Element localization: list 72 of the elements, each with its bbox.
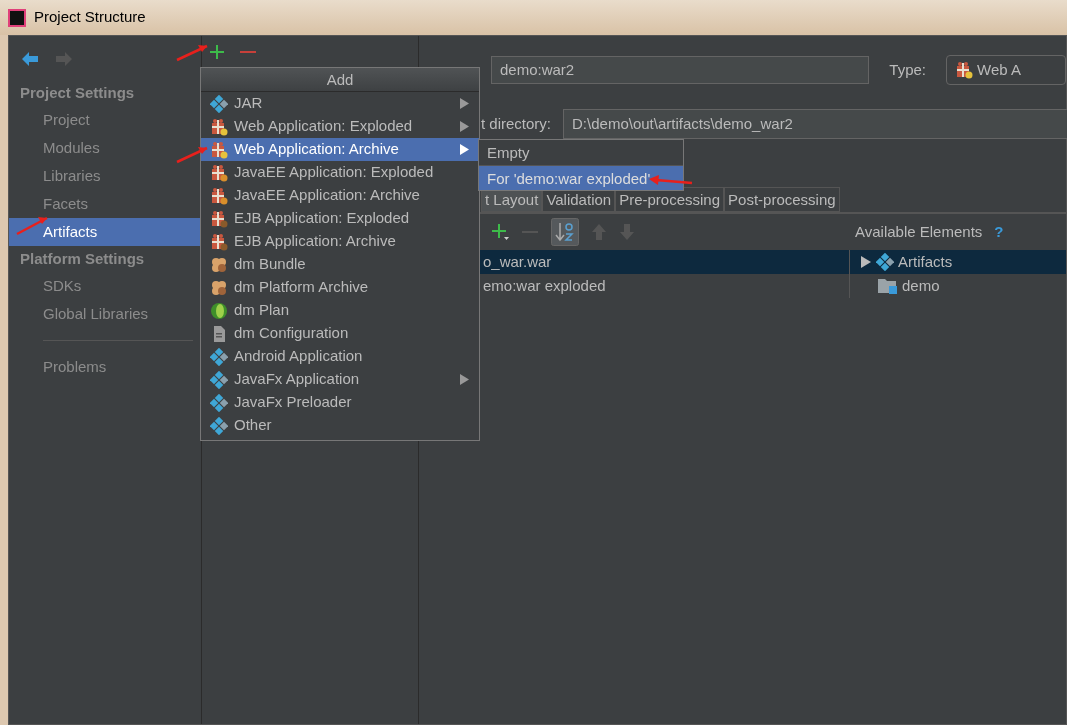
window-title: Project Structure: [34, 7, 146, 28]
type-label: Type:: [889, 59, 926, 80]
diamond-icon: [210, 347, 228, 366]
type-dropdown[interactable]: Web A: [946, 55, 1066, 85]
menu-item[interactable]: EJB Application: Archive: [201, 230, 479, 253]
gift-box-icon: [955, 61, 973, 79]
gift-box-icon: [210, 117, 228, 136]
tree-item-label: demo: [902, 275, 940, 296]
name-field[interactable]: demo:war2: [491, 56, 870, 84]
move-down-icon[interactable]: [619, 223, 635, 241]
sidebar-item[interactable]: Global Libraries: [9, 300, 201, 328]
gift-box-icon: [210, 163, 228, 182]
move-up-icon[interactable]: [591, 223, 607, 241]
menu-item[interactable]: JavaFx Application: [201, 368, 479, 391]
available-elements-heading: Available Elements: [855, 221, 983, 242]
diamond-icon: [210, 393, 228, 412]
menu-item[interactable]: JAR: [201, 92, 479, 115]
diamond-icon: [876, 253, 894, 271]
expand-arrow-icon[interactable]: [860, 256, 872, 268]
sidebar-item[interactable]: Facets: [9, 190, 201, 218]
sidebar-item[interactable]: SDKs: [9, 272, 201, 300]
globe-icon: [210, 301, 228, 320]
menu-item[interactable]: JavaFx Preloader: [201, 391, 479, 414]
add-icon[interactable]: [491, 223, 509, 241]
bundle-icon: [210, 255, 228, 274]
submenu-arrow-icon: [460, 374, 469, 385]
diamond-icon: [210, 370, 228, 389]
sidebar-item[interactable]: Modules: [9, 134, 201, 162]
menu-item[interactable]: Other: [201, 414, 479, 437]
folder-icon: [878, 278, 898, 294]
submenu-arrow-icon: [460, 144, 469, 155]
sort-icon[interactable]: [551, 218, 579, 246]
menu-title: Add: [201, 68, 479, 92]
menu-item[interactable]: For 'demo:war exploded': [479, 165, 683, 190]
submenu-arrow-icon: [460, 98, 469, 109]
menu-item[interactable]: EJB Application: Exploded: [201, 207, 479, 230]
menu-item[interactable]: JavaEE Application: Archive: [201, 184, 479, 207]
annotation-arrow: [648, 172, 694, 188]
menu-item[interactable]: dm Platform Archive: [201, 276, 479, 299]
tree-item-label: Artifacts: [898, 251, 953, 272]
sidebar-item[interactable]: Artifacts: [9, 218, 201, 246]
help-link[interactable]: ?: [994, 220, 1004, 244]
menu-item[interactable]: dm Configuration: [201, 322, 479, 345]
diamond-icon: [210, 416, 228, 435]
menu-item[interactable]: Web Application: Exploded: [201, 115, 479, 138]
output-directory-field[interactable]: D:\demo\out\artifacts\demo_war2: [563, 109, 1067, 139]
app-logo-icon: [8, 8, 26, 27]
bundle-icon: [210, 278, 228, 297]
section-heading: Project Settings: [19, 83, 136, 103]
menu-item[interactable]: dm Plan: [201, 299, 479, 322]
sidebar-item[interactable]: Problems: [9, 353, 201, 381]
tab[interactable]: Post-processing: [724, 187, 840, 212]
gift-box-icon: [210, 140, 228, 159]
output-directory-label: t directory:: [481, 113, 552, 134]
gift-box-icon: [210, 209, 228, 228]
forward-arrow-icon[interactable]: [55, 51, 73, 67]
gift-box-icon: [210, 232, 228, 251]
gift-box-icon: [210, 186, 228, 205]
tab[interactable]: Pre-processing: [615, 187, 725, 212]
menu-item[interactable]: Web Application: Archive: [201, 138, 479, 161]
tree-item[interactable]: demo: [849, 274, 1066, 298]
sidebar-item[interactable]: Libraries: [9, 162, 201, 190]
menu-item[interactable]: Empty: [479, 140, 683, 165]
back-arrow-icon[interactable]: [21, 51, 39, 67]
submenu-arrow-icon: [460, 121, 469, 132]
menu-item[interactable]: Android Application: [201, 345, 479, 368]
tree-item[interactable]: Artifacts: [849, 250, 1066, 274]
menu-item[interactable]: JavaEE Application: Exploded: [201, 161, 479, 184]
add-icon[interactable]: [210, 45, 224, 59]
diamond-icon: [210, 94, 228, 113]
section-heading: Platform Settings: [19, 249, 146, 269]
sidebar-item[interactable]: Project: [9, 106, 201, 134]
